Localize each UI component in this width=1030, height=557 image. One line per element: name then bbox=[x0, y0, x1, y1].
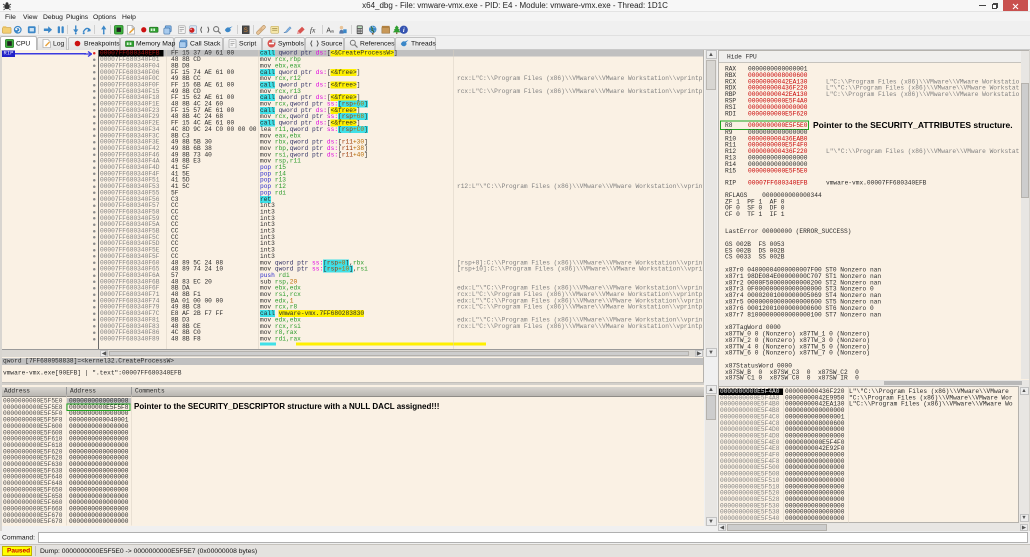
svg-text:i: i bbox=[403, 27, 405, 34]
svg-text:S: S bbox=[244, 28, 248, 34]
svg-text:fx: fx bbox=[310, 25, 316, 34]
svg-text:a: a bbox=[331, 29, 334, 34]
